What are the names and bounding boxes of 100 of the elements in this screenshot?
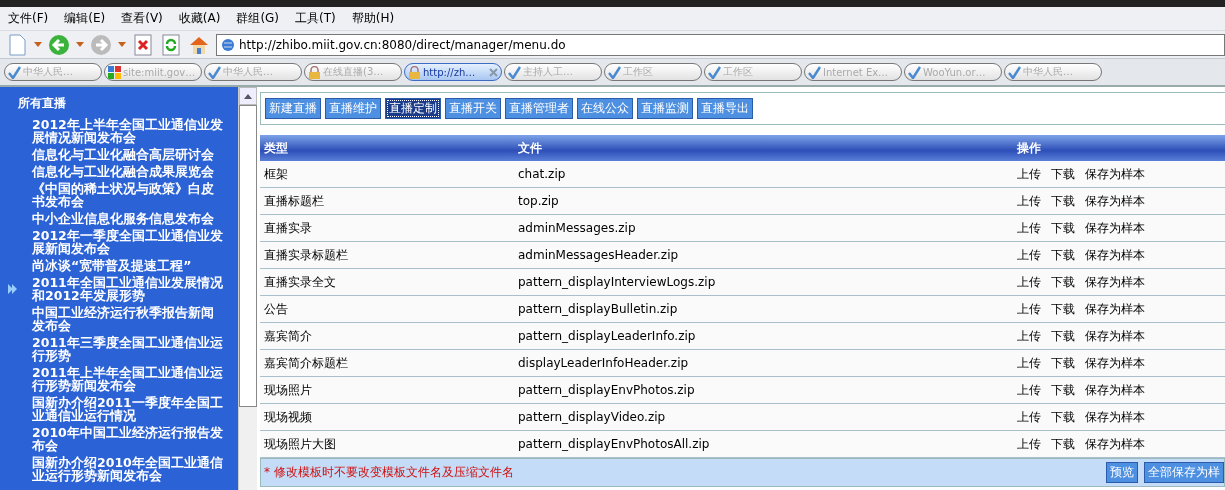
nav-button[interactable]: 新建直播 <box>265 98 321 119</box>
sidebar-item[interactable]: 信息化与工业化融合高层研讨会 <box>32 148 224 161</box>
action-link[interactable]: 上传 <box>1017 192 1041 210</box>
sidebar-row[interactable]: 国新办介绍2010年全国工业通信业运行形势新闻发布会 <box>0 454 238 484</box>
action-link[interactable]: 保存为样本 <box>1085 246 1145 264</box>
nav-button[interactable]: 直播开关 <box>445 98 501 119</box>
nav-button[interactable]: 直播导出 <box>697 98 753 119</box>
menu-item[interactable]: 工具(T) <box>287 10 344 27</box>
action-link[interactable]: 保存为样本 <box>1085 192 1145 210</box>
sidebar-item[interactable]: 2011年全国工业通信业发展情况和2012年发展形势 <box>32 276 224 302</box>
action-link[interactable]: 下载 <box>1051 354 1075 372</box>
sidebar-row[interactable]: 《中国的稀土状况与政策》白皮书发布会 <box>0 180 238 210</box>
menu-item[interactable]: 群组(G) <box>228 10 288 27</box>
sidebar-item[interactable]: 国新办介绍2010年全国工业通信业运行形势新闻发布会 <box>32 456 224 482</box>
sidebar-row[interactable]: 中国工业经济运行秋季报告新闻发布会 <box>0 304 238 334</box>
check-icon <box>808 65 821 79</box>
scroll-up-button[interactable] <box>239 87 257 105</box>
menu-item[interactable]: 文件(F) <box>0 10 57 27</box>
action-link[interactable]: 上传 <box>1017 300 1041 318</box>
table-cell: 嘉宾简介标题栏 <box>260 349 514 377</box>
nav-button[interactable]: 直播管理者 <box>505 98 573 119</box>
nav-button[interactable]: 直播定制 <box>385 98 441 119</box>
action-link[interactable]: 下载 <box>1051 300 1075 318</box>
menu-item[interactable]: 帮助(H) <box>343 10 403 27</box>
sidebar-row[interactable]: 2012年一季度全国工业通信业发展新闻发布会 <box>0 227 238 257</box>
table-cell: 直播实录标题栏 <box>260 241 514 269</box>
action-link[interactable]: 下载 <box>1051 435 1075 453</box>
sidebar-item[interactable]: 信息化与工业化融合成果展览会 <box>32 165 224 178</box>
table-cell: chat.zip <box>514 161 1013 188</box>
sidebar-row[interactable]: 国新办介绍2011一季度年全国工业通信业运行情况 <box>0 394 238 424</box>
action-link[interactable]: 下载 <box>1051 327 1075 345</box>
action-link[interactable]: 保存为样本 <box>1085 165 1145 183</box>
caret-icon <box>76 42 84 47</box>
action-link[interactable]: 上传 <box>1017 273 1041 291</box>
action-link[interactable]: 上传 <box>1017 327 1041 345</box>
scroll-thumb[interactable] <box>239 105 257 407</box>
table-cell: 现场视频 <box>260 403 514 431</box>
sidebar-item[interactable]: 尚冰谈“宽带普及提速工程” <box>32 259 224 272</box>
table-cell: 直播标题栏 <box>260 187 514 215</box>
action-link[interactable]: 保存为样本 <box>1085 408 1145 426</box>
sidebar-row[interactable]: 2010年中国工业经济运行报告发布会 <box>0 424 238 454</box>
scrollbar[interactable] <box>238 87 257 490</box>
action-link[interactable]: 下载 <box>1051 246 1075 264</box>
footer-button[interactable]: 预览 <box>1106 462 1138 483</box>
check-icon <box>1008 65 1021 79</box>
browser-tab[interactable]: http://zh… <box>404 63 502 81</box>
table-cell: top.zip <box>514 187 1013 215</box>
sidebar-item[interactable]: 中国工业经济运行秋季报告新闻发布会 <box>32 306 224 332</box>
sidebar-item[interactable]: 2012年上半年全国工业通信业发展情况新闻发布会 <box>32 118 224 144</box>
sidebar-item[interactable]: 中小企业信息化服务信息发布会 <box>32 212 224 225</box>
action-link[interactable]: 保存为样本 <box>1085 219 1145 237</box>
action-link[interactable]: 保存为样本 <box>1085 327 1145 345</box>
menu-item[interactable]: 编辑(E) <box>56 10 114 27</box>
sidebar-row[interactable]: 2012年上半年全国工业通信业发展情况新闻发布会 <box>0 116 238 146</box>
action-link[interactable]: 上传 <box>1017 435 1041 453</box>
warning-note: * 修改模板时不要改变模板文件名及压缩文件名 <box>264 464 515 481</box>
sidebar-row[interactable]: 中小企业信息化服务信息发布会 <box>0 210 238 227</box>
sidebar-row[interactable]: 尚冰谈“宽带普及提速工程” <box>0 257 238 274</box>
sidebar-item[interactable]: 2011年上半年全国工业通信业运行形势新闻发布会 <box>32 366 224 392</box>
menu-item[interactable]: 收藏(A) <box>170 10 229 27</box>
address-field[interactable]: http://zhibo.miit.gov.cn:8080/direct/manager/menu.do <box>216 33 1225 56</box>
footer-button[interactable]: 全部保存为样 <box>1144 462 1224 483</box>
sidebar-row[interactable]: 信息化与工业化融合成果展览会 <box>0 163 238 180</box>
action-link[interactable]: 保存为样本 <box>1085 381 1145 399</box>
action-link[interactable]: 下载 <box>1051 165 1075 183</box>
nav-button[interactable]: 直播监测 <box>637 98 693 119</box>
action-link[interactable]: 上传 <box>1017 246 1041 264</box>
action-link[interactable]: 下载 <box>1051 219 1075 237</box>
action-link[interactable]: 上传 <box>1017 354 1041 372</box>
action-link[interactable]: 保存为样本 <box>1085 300 1145 318</box>
action-link[interactable]: 上传 <box>1017 219 1041 237</box>
table-cell: displayLeaderInfoHeader.zip <box>514 349 1013 377</box>
sidebar-row[interactable]: 2011年三季度全国工业通信业运行形势 <box>0 334 238 364</box>
action-link[interactable]: 下载 <box>1051 273 1075 291</box>
action-link[interactable]: 下载 <box>1051 408 1075 426</box>
action-link[interactable]: 上传 <box>1017 381 1041 399</box>
action-link[interactable]: 保存为样本 <box>1085 273 1145 291</box>
sidebar-row[interactable]: 信息化与工业化融合高层研讨会 <box>0 146 238 163</box>
lock-icon <box>408 65 421 79</box>
menu-item[interactable]: 查看(V) <box>113 10 171 27</box>
action-link[interactable]: 上传 <box>1017 408 1041 426</box>
check-icon <box>208 65 221 79</box>
column-header: 操作 <box>1013 135 1225 161</box>
stop-icon <box>132 33 154 56</box>
action-link[interactable]: 下载 <box>1051 192 1075 210</box>
sidebar-item[interactable]: 《中国的稀土状况与政策》白皮书发布会 <box>32 182 224 208</box>
caret-icon <box>118 42 126 47</box>
sidebar-title: 所有直播 <box>18 95 67 112</box>
sidebar-item[interactable]: 国新办介绍2011一季度年全国工业通信业运行情况 <box>32 396 224 422</box>
sidebar-item[interactable]: 2010年中国工业经济运行报告发布会 <box>32 426 224 452</box>
table-cell: 公告 <box>260 295 514 323</box>
action-link[interactable]: 保存为样本 <box>1085 354 1145 372</box>
nav-button[interactable]: 在线公众 <box>577 98 633 119</box>
action-link[interactable]: 下载 <box>1051 381 1075 399</box>
sidebar-item[interactable]: 2012年一季度全国工业通信业发展新闻发布会 <box>32 229 224 255</box>
action-link[interactable]: 上传 <box>1017 165 1041 183</box>
action-link[interactable]: 保存为样本 <box>1085 435 1145 453</box>
sidebar-row[interactable]: 2011年上半年全国工业通信业运行形势新闻发布会 <box>0 364 238 394</box>
nav-button[interactable]: 直播维护 <box>325 98 381 119</box>
sidebar-item[interactable]: 2011年三季度全国工业通信业运行形势 <box>32 336 224 362</box>
